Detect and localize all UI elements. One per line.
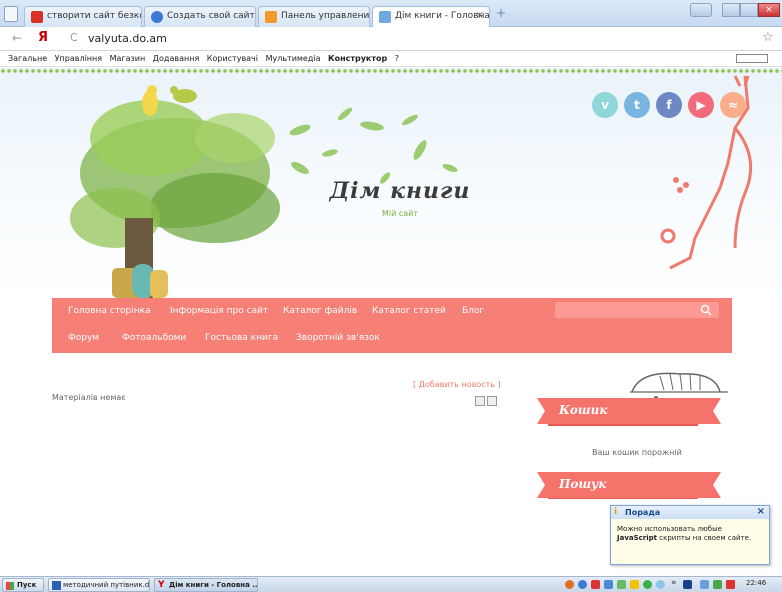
vimeo-icon[interactable]: v: [592, 92, 618, 118]
toolbar-toggle-icon[interactable]: [736, 54, 768, 63]
tip-popup-body: Можно использовать любые JavaScript скри…: [611, 519, 769, 543]
admin-menu-users[interactable]: Користувачі: [207, 54, 258, 63]
nav-item-home[interactable]: Головна сторінка: [68, 306, 151, 316]
tray-app-icon[interactable]: [656, 580, 665, 589]
search-widget-title: Пошук: [537, 472, 721, 498]
minimize-button[interactable]: [722, 3, 740, 17]
taskbar-item-doc[interactable]: методичний путівник.d...: [48, 578, 150, 592]
maximize-button[interactable]: [740, 3, 758, 17]
tray-app-icon[interactable]: [643, 580, 652, 589]
address-bar: ← Я C valyuta.do.am ☆: [0, 27, 782, 51]
taskbar-item-label: методичний путівник.d...: [63, 581, 150, 589]
tray-app-icon[interactable]: [578, 580, 587, 589]
nav-item-files[interactable]: Каталог файлів: [283, 306, 357, 316]
settings-icon[interactable]: [690, 3, 712, 17]
start-button[interactable]: Пуск: [2, 578, 44, 592]
tab-favicon-icon: [265, 11, 277, 23]
tab-2[interactable]: Создать свой сайт - uC: [144, 6, 256, 27]
yandex-logo[interactable]: Я: [38, 30, 48, 45]
nav-item-articles[interactable]: Каталог статей: [372, 306, 446, 316]
view-list-icon[interactable]: [487, 396, 497, 406]
tab-label: Панель управления [va: [281, 11, 370, 21]
tab-1[interactable]: створити сайт безкошт: [24, 6, 142, 27]
cart-widget-title: Кошик: [537, 398, 721, 424]
admin-help-link[interactable]: ?: [395, 54, 399, 63]
empty-content-message: Матеріалів немає: [52, 393, 126, 402]
clock[interactable]: 22:46: [746, 579, 766, 587]
tip-popup-header: i Порада ×: [611, 506, 769, 519]
taskbar-more-icon[interactable]: »: [671, 578, 677, 588]
browser-tab-bar: створити сайт безкошт Создать свой сайт …: [0, 0, 782, 28]
add-news-link[interactable]: [ Добавить новость ]: [413, 380, 501, 389]
taskbar-item-browser[interactable]: Y Дім книги - Головна ...: [154, 578, 258, 592]
cart-empty-message: Ваш кошик порожній: [592, 448, 682, 457]
top-dotted-border: [0, 68, 782, 74]
windows-logo-icon: [6, 582, 14, 590]
url-field[interactable]: valyuta.do.am: [88, 30, 768, 48]
leaves-decoration: [289, 107, 458, 184]
youtube-icon[interactable]: ▶: [688, 92, 714, 118]
taskbar: Пуск методичний путівник.d... Y Дім книг…: [0, 576, 782, 592]
nav-item-guestbook[interactable]: Гостьова книга: [205, 333, 278, 343]
new-window-icon[interactable]: [4, 6, 18, 22]
yandex-browser-icon: Y: [158, 580, 165, 590]
network-icon[interactable]: [713, 580, 722, 589]
reload-button[interactable]: C: [70, 31, 78, 44]
tip-popup-title: Порада: [625, 508, 661, 517]
tip-text-2: скрипты на своем сайте.: [659, 534, 752, 542]
site-title[interactable]: Дім книги: [300, 178, 500, 204]
bookmark-star-icon[interactable]: ☆: [762, 30, 774, 45]
admin-menu-management[interactable]: Управління: [55, 54, 102, 63]
admin-menu-multimedia[interactable]: Мультимедіа: [266, 54, 321, 63]
tray-app-icon[interactable]: [565, 580, 574, 589]
taskbar-item-label: Дім книги - Головна ...: [169, 581, 258, 589]
back-button[interactable]: ←: [12, 31, 22, 45]
nav-item-forum[interactable]: Форум: [68, 333, 99, 343]
admin-toolbar: Загальне Управління Магазин Додавання Ко…: [0, 51, 782, 67]
tab-favicon-icon: [151, 11, 163, 23]
admin-menu-shop[interactable]: Магазин: [110, 54, 146, 63]
nav-item-blog[interactable]: Блог: [462, 306, 484, 316]
tray-app-icon[interactable]: [700, 580, 709, 589]
start-label: Пуск: [17, 581, 37, 589]
admin-menu-constructor[interactable]: Конструктор: [328, 54, 387, 63]
admin-menu-general[interactable]: Загальне: [8, 54, 47, 63]
tip-close-icon[interactable]: ×: [757, 506, 765, 517]
word-icon: [52, 581, 61, 590]
tip-popup: i Порада × Можно использовать любые Java…: [610, 505, 770, 565]
view-grid-icon[interactable]: [475, 396, 485, 406]
tab-label: створити сайт безкошт: [47, 11, 141, 21]
twitter-icon[interactable]: t: [624, 92, 650, 118]
tray-app-icon[interactable]: [630, 580, 639, 589]
tray-yandex-icon[interactable]: [591, 580, 600, 589]
nav-item-feedback[interactable]: Зворотній зв'язок: [296, 333, 380, 343]
site-subtitle: Мій сайт: [381, 209, 419, 218]
tip-text-bold: JavaScript: [617, 534, 658, 542]
nav-item-about[interactable]: Інформація про сайт: [170, 306, 268, 316]
nav-item-photo[interactable]: Фотоальбоми: [122, 333, 186, 343]
tab-close-icon[interactable]: ×: [476, 10, 484, 21]
tab-favicon-icon: [379, 11, 391, 23]
tray-app-icon[interactable]: [617, 580, 626, 589]
tray-app-icon[interactable]: [604, 580, 613, 589]
facebook-icon[interactable]: f: [656, 92, 682, 118]
tab-favicon-icon: [31, 11, 43, 23]
keyboard-layout-icon[interactable]: [683, 580, 692, 589]
admin-menu-add[interactable]: Додавання: [153, 54, 199, 63]
tab-label: Создать свой сайт - uC: [167, 11, 255, 21]
tip-text-1: Можно использовать любые: [617, 525, 722, 533]
new-tab-button[interactable]: +: [496, 6, 506, 20]
rss-icon[interactable]: ≈: [720, 92, 746, 118]
tree-illustration: [70, 100, 280, 298]
search-input[interactable]: [555, 302, 719, 318]
info-icon: i: [614, 507, 618, 517]
cat-flowers: [673, 177, 689, 193]
warning-icon[interactable]: [726, 580, 735, 589]
close-window-button[interactable]: ×: [758, 3, 780, 17]
search-icon[interactable]: [700, 304, 712, 316]
tab-3[interactable]: Панель управления [va: [258, 6, 370, 27]
tab-active[interactable]: Дім книги - Головна сто ×: [372, 6, 490, 28]
